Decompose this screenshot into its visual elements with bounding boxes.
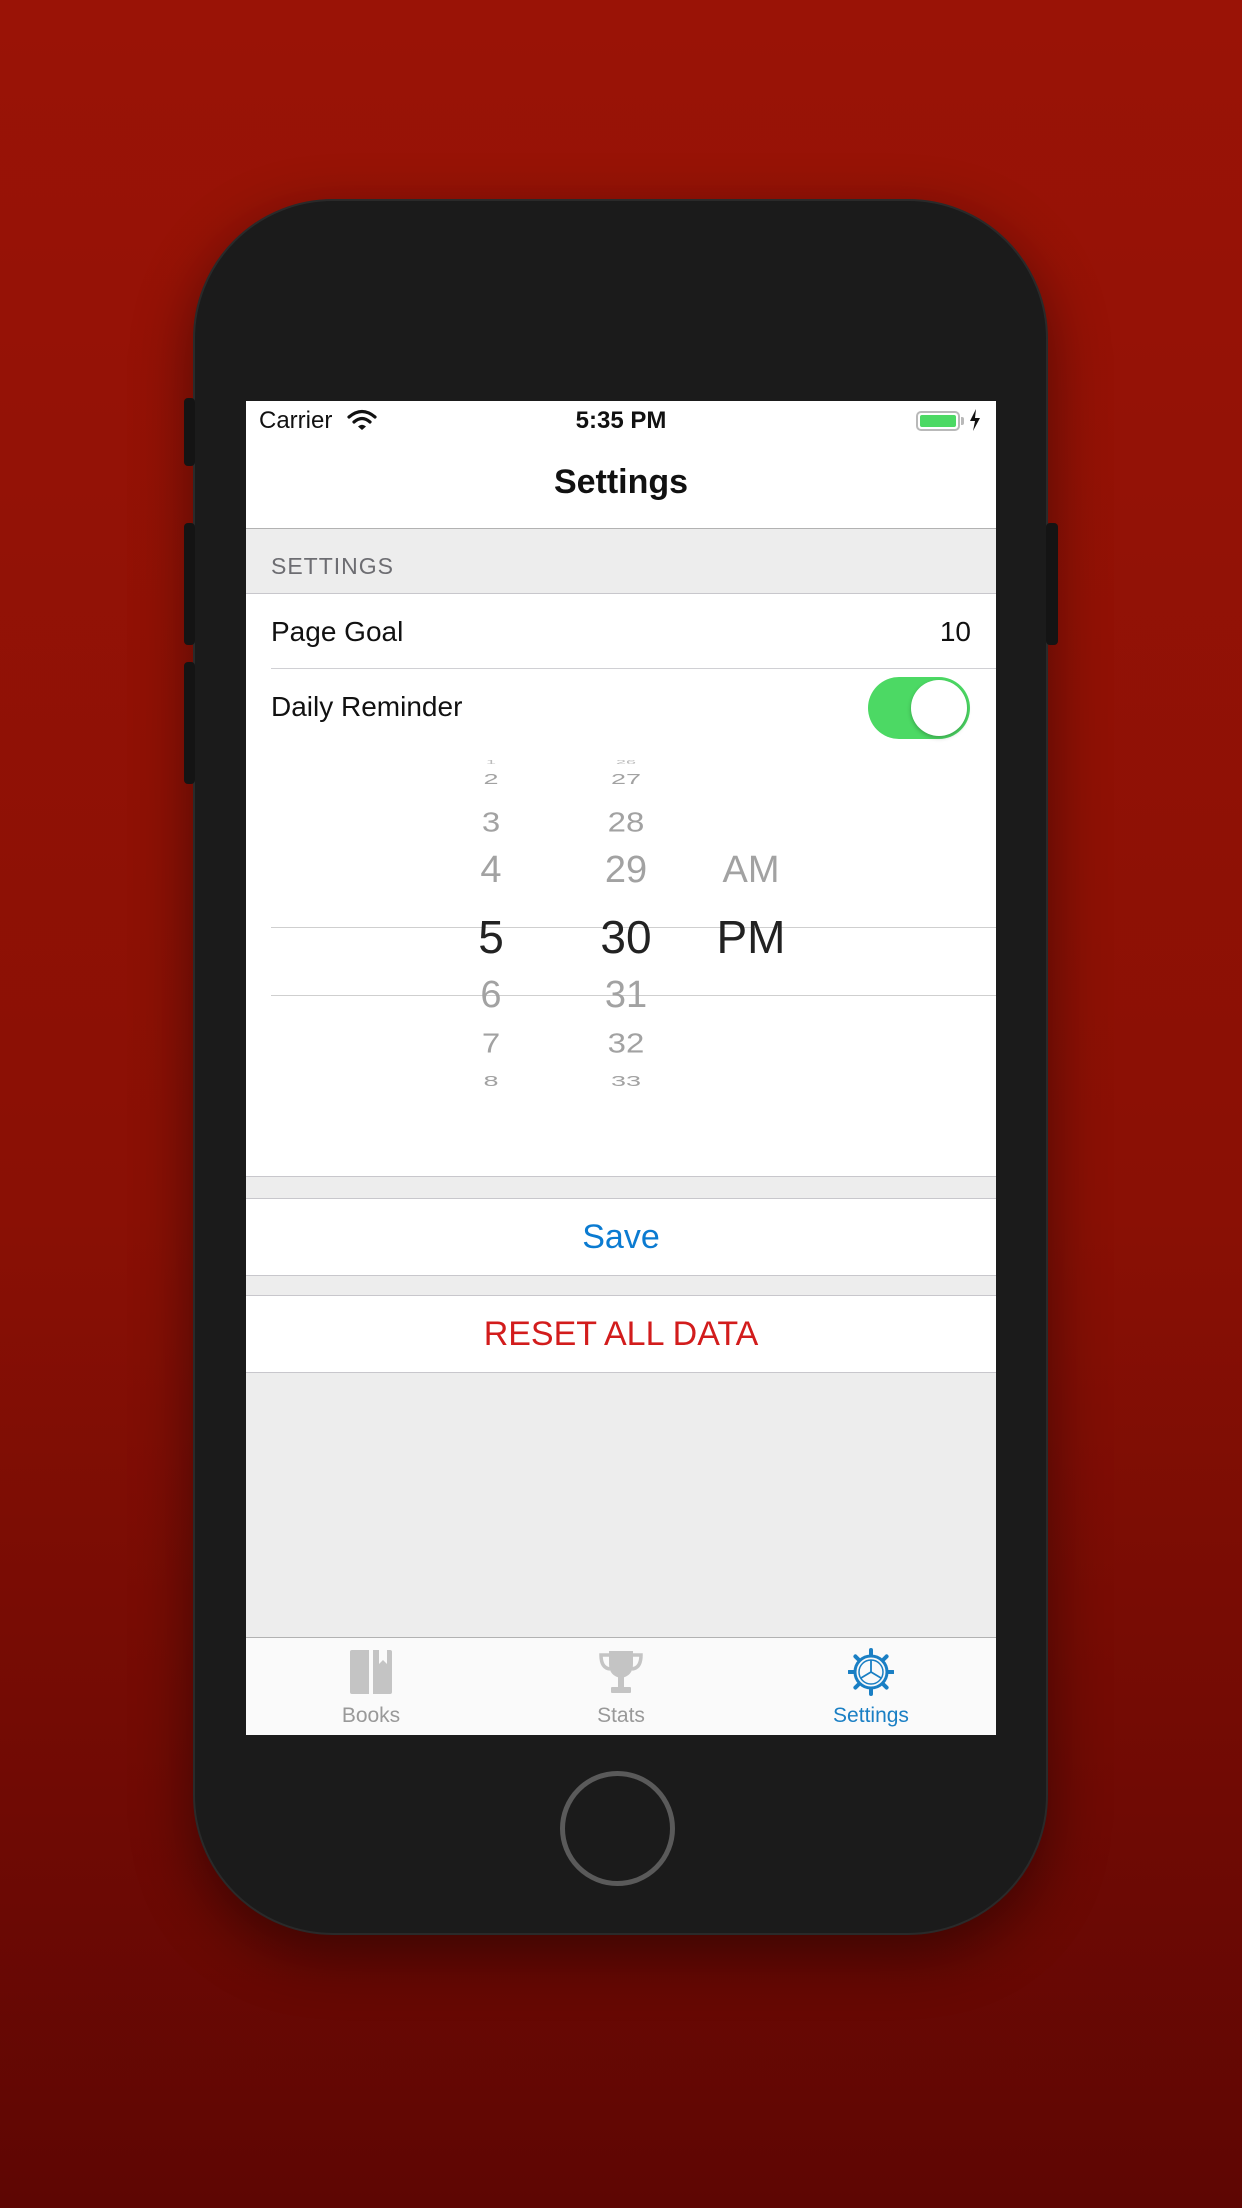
battery-cap xyxy=(961,417,964,425)
reset-all-data-button[interactable]: RESET ALL DATA xyxy=(246,1295,996,1373)
battery-icon xyxy=(916,411,960,431)
hour-option[interactable]: 3 xyxy=(451,806,531,838)
hour-selected[interactable]: 5 xyxy=(451,910,531,964)
minute-option[interactable]: 28 xyxy=(576,806,676,838)
mute-switch xyxy=(184,398,195,466)
home-button[interactable] xyxy=(560,1771,675,1886)
page-goal-row[interactable]: Page Goal 10 xyxy=(246,594,996,669)
gear-icon xyxy=(848,1648,894,1696)
charging-bolt-icon xyxy=(970,409,980,431)
hour-option[interactable]: 4 xyxy=(451,849,531,892)
hour-option[interactable]: 8 xyxy=(451,1073,531,1090)
tab-label: Books xyxy=(341,1704,401,1727)
period-selected[interactable]: PM xyxy=(696,910,806,964)
hour-option[interactable]: 6 xyxy=(451,974,531,1017)
daily-reminder-toggle[interactable] xyxy=(868,677,970,739)
power-button xyxy=(1046,523,1058,645)
tab-bar: Books Stats Settings xyxy=(246,1637,996,1735)
minute-selected[interactable]: 30 xyxy=(576,910,676,964)
trophy-icon xyxy=(599,1651,643,1693)
page-goal-value[interactable]: 10 xyxy=(940,616,971,648)
hour-option[interactable]: 7 xyxy=(451,1027,531,1059)
reminder-time-picker[interactable]: 1 2 3 4 5 6 7 8 26 27 28 29 30 31 32 33 … xyxy=(246,752,996,1112)
volume-up-button xyxy=(184,523,195,645)
toggle-knob xyxy=(911,680,967,736)
page-goal-label: Page Goal xyxy=(271,616,404,647)
hour-option[interactable]: 1 xyxy=(451,759,531,765)
tab-books[interactable]: Books xyxy=(246,1638,496,1735)
book-icon xyxy=(350,1650,392,1694)
status-bar: Carrier 5:35 PM xyxy=(246,401,996,441)
minute-option[interactable]: 32 xyxy=(576,1027,676,1059)
page-title: Settings xyxy=(553,463,689,501)
minute-option[interactable]: 27 xyxy=(576,771,676,788)
section-header: SETTINGS xyxy=(271,553,395,579)
period-option[interactable]: AM xyxy=(696,849,806,892)
tab-settings[interactable]: Settings xyxy=(746,1638,996,1735)
save-button[interactable]: Save xyxy=(246,1198,996,1276)
tab-stats[interactable]: Stats xyxy=(496,1638,746,1735)
tab-label: Stats xyxy=(597,1704,645,1727)
volume-down-button xyxy=(184,662,195,784)
minute-option[interactable]: 33 xyxy=(576,1073,676,1090)
status-time: 5:35 PM xyxy=(575,407,667,434)
settings-group: Page Goal 10 Daily Reminder 1 2 3 4 5 6 … xyxy=(246,593,996,1177)
minute-option[interactable]: 29 xyxy=(576,849,676,892)
tab-label: Settings xyxy=(833,1704,909,1727)
daily-reminder-label: Daily Reminder xyxy=(271,691,463,722)
navigation-bar: Settings xyxy=(246,441,996,529)
daily-reminder-row: Daily Reminder xyxy=(246,669,996,744)
minute-option[interactable]: 26 xyxy=(576,759,676,765)
minute-option[interactable]: 31 xyxy=(576,974,676,1017)
hour-option[interactable]: 2 xyxy=(451,771,531,788)
app-screen: Carrier 5:35 PM Settings SETTINGS Page G… xyxy=(246,401,996,1735)
